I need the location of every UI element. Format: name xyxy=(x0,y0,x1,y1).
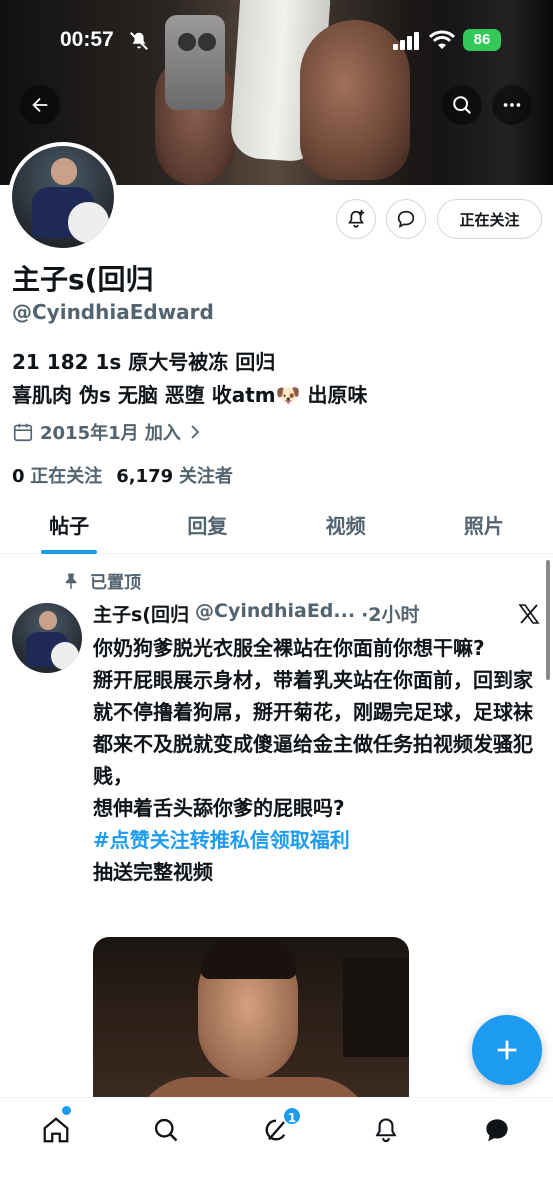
plus-icon xyxy=(497,1040,517,1060)
battery-indicator: 86 xyxy=(463,29,501,51)
home-icon xyxy=(43,1117,69,1143)
back-button[interactable] xyxy=(20,85,60,125)
nav-messages[interactable] xyxy=(477,1110,517,1150)
avatar-figure-legs xyxy=(68,202,109,243)
wifi-icon xyxy=(429,30,455,49)
avatar-image xyxy=(12,146,114,248)
notifications-icon xyxy=(375,1118,397,1143)
profile-stats: 0 正在关注 6,179 关注者 xyxy=(12,462,233,488)
spaces-badge: 1 xyxy=(282,1106,302,1126)
post-text[interactable]: 你奶狗爹脱光衣服全裸站在你面前你想干嘛? 掰开屁眼展示身材，带着乳夹站在你面前，… xyxy=(93,632,533,888)
notifications-subscribe-button[interactable] xyxy=(336,199,376,239)
profile-tabs: 帖子 回复 视频 照片 xyxy=(0,500,553,554)
scrollbar[interactable] xyxy=(546,560,550,680)
following-count: 0 xyxy=(12,466,25,487)
more-options-button[interactable] xyxy=(492,85,532,125)
search-button[interactable] xyxy=(442,85,482,125)
following-label: 正在关注 xyxy=(30,466,103,487)
post-author-name[interactable]: 主子s(回归 xyxy=(93,600,189,627)
media-figure-hair xyxy=(201,939,296,979)
profile-avatar[interactable] xyxy=(8,142,118,252)
home-notification-dot xyxy=(62,1106,71,1115)
profile-handle: @CyindhiaEdward xyxy=(12,300,214,324)
followers-label: 关注者 xyxy=(178,466,233,487)
avatar-figure-head xyxy=(50,158,78,185)
post-text-line: 抽送完整视频 xyxy=(93,860,213,884)
post-header: 主子s(回归 @CyindhiaEd... ·2小时 xyxy=(93,600,420,627)
status-bar: 00:57 86 xyxy=(0,26,553,60)
joined-date[interactable]: 2015年1月 加入 xyxy=(12,419,203,445)
search-icon xyxy=(453,96,472,115)
post-author-avatar[interactable] xyxy=(12,603,82,673)
profile-name: 主子s(回归 xyxy=(12,263,154,296)
tab-posts[interactable]: 帖子 xyxy=(0,500,138,553)
signal-icon xyxy=(393,32,419,50)
profile-bio-line1: 21 182 1s 原大号被冻 回归 xyxy=(12,350,276,374)
chat-bubble-icon xyxy=(397,210,415,228)
messages-icon xyxy=(486,1119,508,1142)
nav-notifications[interactable] xyxy=(366,1110,406,1150)
arrow-left-icon xyxy=(32,97,48,113)
pin-icon xyxy=(65,573,77,589)
pinned-label: 已置顶 xyxy=(90,573,141,593)
post-text-line: 你奶狗爹脱光衣服全裸站在你面前你想干嘛? xyxy=(93,636,485,660)
calendar-icon xyxy=(13,423,33,442)
more-horizontal-icon xyxy=(503,103,521,107)
tab-photos[interactable]: 照片 xyxy=(415,500,553,553)
post-author-handle[interactable]: @CyindhiaEd... xyxy=(195,600,355,627)
bell-off-icon xyxy=(130,32,148,50)
status-time: 00:57 xyxy=(60,28,114,51)
post-time[interactable]: ·2小时 xyxy=(361,600,419,627)
compose-button[interactable] xyxy=(472,1015,542,1085)
bottom-navigation: 1 xyxy=(0,1097,553,1200)
nav-search[interactable] xyxy=(146,1110,186,1150)
search-icon xyxy=(154,1118,178,1142)
post-hashtag-link[interactable]: #点赞关注转推私信领取福利 xyxy=(93,824,533,856)
post-avatar-figure-head xyxy=(38,611,57,630)
profile-bio-line2: 喜肌肉 伪s 无脑 恶堕 收atm🐶 出原味 xyxy=(12,383,368,407)
post-text-line: 掰开屁眼展示身材，带着乳夹站在你面前，回到家就不停撸着狗屌，掰开菊花，刚踢完足球… xyxy=(93,668,533,788)
followers-stat[interactable]: 6,179 关注者 xyxy=(116,462,233,488)
tab-videos[interactable]: 视频 xyxy=(277,500,415,553)
pinned-indicator: 已置顶 xyxy=(62,568,141,593)
following-stat[interactable]: 0 正在关注 xyxy=(12,462,102,488)
joined-date-text: 2015年1月 加入 xyxy=(40,423,181,444)
post-text-line: 想伸着舌头舔你爹的屁眼吗? xyxy=(93,796,345,820)
followers-count: 6,179 xyxy=(116,466,174,487)
post-media-image[interactable] xyxy=(93,937,409,1097)
media-figure-shoulders xyxy=(133,1077,373,1097)
chevron-right-icon xyxy=(191,425,200,439)
tab-replies[interactable]: 回复 xyxy=(138,500,276,553)
media-background-shadow xyxy=(343,957,409,1057)
x-logo-icon xyxy=(518,604,540,624)
following-button[interactable]: 正在关注 xyxy=(437,199,542,239)
message-button[interactable] xyxy=(386,199,426,239)
nav-home[interactable] xyxy=(36,1110,76,1150)
post-avatar-figure-legs xyxy=(50,641,79,670)
bell-plus-icon xyxy=(348,209,365,228)
